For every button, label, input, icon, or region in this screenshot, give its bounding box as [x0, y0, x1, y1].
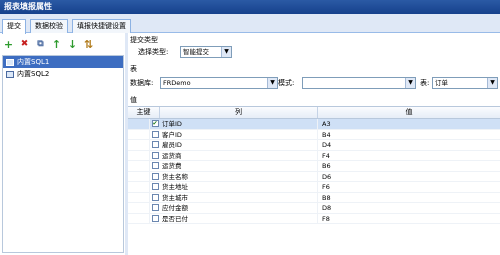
column-cell: 是否已付 [160, 213, 318, 223]
database-icon [6, 58, 14, 66]
database-select[interactable]: FRDemo ▼ [160, 77, 278, 89]
value-cell[interactable]: D6 [318, 172, 500, 182]
tab-data-validation[interactable]: 数据校验 [30, 19, 68, 33]
sql-list-item[interactable]: 内置SQL1 [3, 56, 123, 68]
chevron-down-icon: ▼ [405, 78, 415, 88]
column-cell: 货主城市 [160, 192, 318, 202]
table-row[interactable]: 是否已付 F8 [128, 213, 500, 224]
move-down-icon[interactable]: ↓ [66, 38, 79, 51]
primary-key-checkbox[interactable] [151, 172, 159, 180]
table-row[interactable]: 应付金额 D8 [128, 203, 500, 214]
primary-key-checkbox[interactable] [151, 162, 159, 170]
values-table: 主键 列 值 ✔ 订单ID A3 客户ID B4 雇员ID D4 运货商 F4 [128, 106, 500, 255]
move-up-icon[interactable]: ↑ [50, 38, 63, 51]
table-row[interactable]: 雇员ID D4 [128, 140, 500, 151]
value-cell[interactable]: D8 [318, 203, 500, 213]
column-cell: 订单ID [160, 119, 318, 129]
value-cell[interactable]: F6 [318, 182, 500, 192]
window-title: 报表填报属性 [0, 0, 500, 14]
tab-submit[interactable]: 提交 [2, 19, 26, 34]
sql-toolbar: + ✖ ⧉ ↑ ↓ ⇅ [2, 37, 122, 52]
submit-type-value: 智能提交 [183, 48, 209, 56]
sql-list-item-label: 内置SQL2 [17, 70, 50, 78]
header-column[interactable]: 列 [160, 107, 318, 118]
sql-list-item[interactable]: 内置SQL2 [3, 68, 123, 80]
value-cell[interactable]: F8 [318, 214, 500, 224]
column-cell: 应付金额 [160, 203, 318, 213]
column-cell: 客户ID [160, 129, 318, 139]
value-cell[interactable]: A3 [318, 119, 500, 129]
sql-list-item-label: 内置SQL1 [17, 58, 50, 66]
table-label: 表: [420, 79, 430, 87]
primary-key-checkbox[interactable] [151, 193, 159, 201]
table-row[interactable]: ✔ 订单ID A3 [128, 119, 500, 130]
column-cell: 货主名称 [160, 171, 318, 181]
submit-type-select[interactable]: 智能提交 ▼ [180, 46, 232, 58]
value-cell[interactable]: D4 [318, 140, 500, 150]
tab-bar: 提交 数据校验 填报快捷键设置 [0, 14, 500, 34]
table-row[interactable]: 运货商 F4 [128, 150, 500, 161]
primary-key-checkbox[interactable]: ✔ [151, 120, 159, 128]
value-cell[interactable]: B8 [318, 193, 500, 203]
column-cell: 货主地址 [160, 182, 318, 192]
header-value[interactable]: 值 [318, 107, 500, 118]
column-cell: 运货商 [160, 150, 318, 160]
chevron-down-icon: ▼ [487, 78, 497, 88]
column-cell: 雇员ID [160, 140, 318, 150]
value-cell[interactable]: B6 [318, 161, 500, 171]
database-value: FRDemo [163, 79, 191, 87]
table-select[interactable]: 订单 ▼ [432, 77, 498, 89]
copy-icon[interactable]: ⧉ [34, 38, 47, 51]
table-row[interactable]: 货主名称 D6 [128, 171, 500, 182]
values-section-label: 值 [130, 96, 137, 104]
table-value: 订单 [435, 79, 448, 87]
header-primary-key[interactable]: 主键 [128, 107, 160, 118]
schema-select[interactable]: ▼ [302, 77, 416, 89]
primary-key-checkbox[interactable] [151, 214, 159, 222]
table-row[interactable]: 客户ID B4 [128, 129, 500, 140]
primary-key-checkbox[interactable] [151, 151, 159, 159]
chevron-down-icon: ▼ [267, 78, 277, 88]
sql-list: 内置SQL1 内置SQL2 [2, 55, 124, 253]
database-icon [6, 70, 14, 78]
database-label: 数据库: [130, 79, 154, 87]
submit-type-section-label: 提交类型 [130, 36, 158, 44]
add-icon[interactable]: + [2, 38, 15, 51]
table-section-label: 表 [130, 65, 137, 73]
values-table-header: 主键 列 值 [128, 107, 500, 119]
sort-icon[interactable]: ⇅ [82, 38, 95, 51]
primary-key-checkbox[interactable] [151, 204, 159, 212]
schema-label: 模式: [278, 79, 295, 87]
column-cell: 运货费 [160, 161, 318, 171]
primary-key-checkbox[interactable] [151, 130, 159, 138]
primary-key-checkbox[interactable] [151, 141, 159, 149]
value-cell[interactable]: F4 [318, 151, 500, 161]
table-row[interactable]: 货主城市 B8 [128, 192, 500, 203]
submit-settings-panel: 提交类型 选择类型: 智能提交 ▼ 表 数据库: FRDemo ▼ 模式: ▼ … [128, 33, 500, 255]
primary-key-checkbox[interactable] [151, 183, 159, 191]
submit-type-label: 选择类型: [138, 48, 169, 56]
value-cell[interactable]: B4 [318, 130, 500, 140]
delete-icon[interactable]: ✖ [18, 38, 31, 51]
tab-shortcut-settings[interactable]: 填报快捷键设置 [72, 19, 131, 33]
chevron-down-icon: ▼ [221, 47, 231, 57]
table-row[interactable]: 运货费 B6 [128, 161, 500, 172]
table-row[interactable]: 货主地址 F6 [128, 182, 500, 193]
